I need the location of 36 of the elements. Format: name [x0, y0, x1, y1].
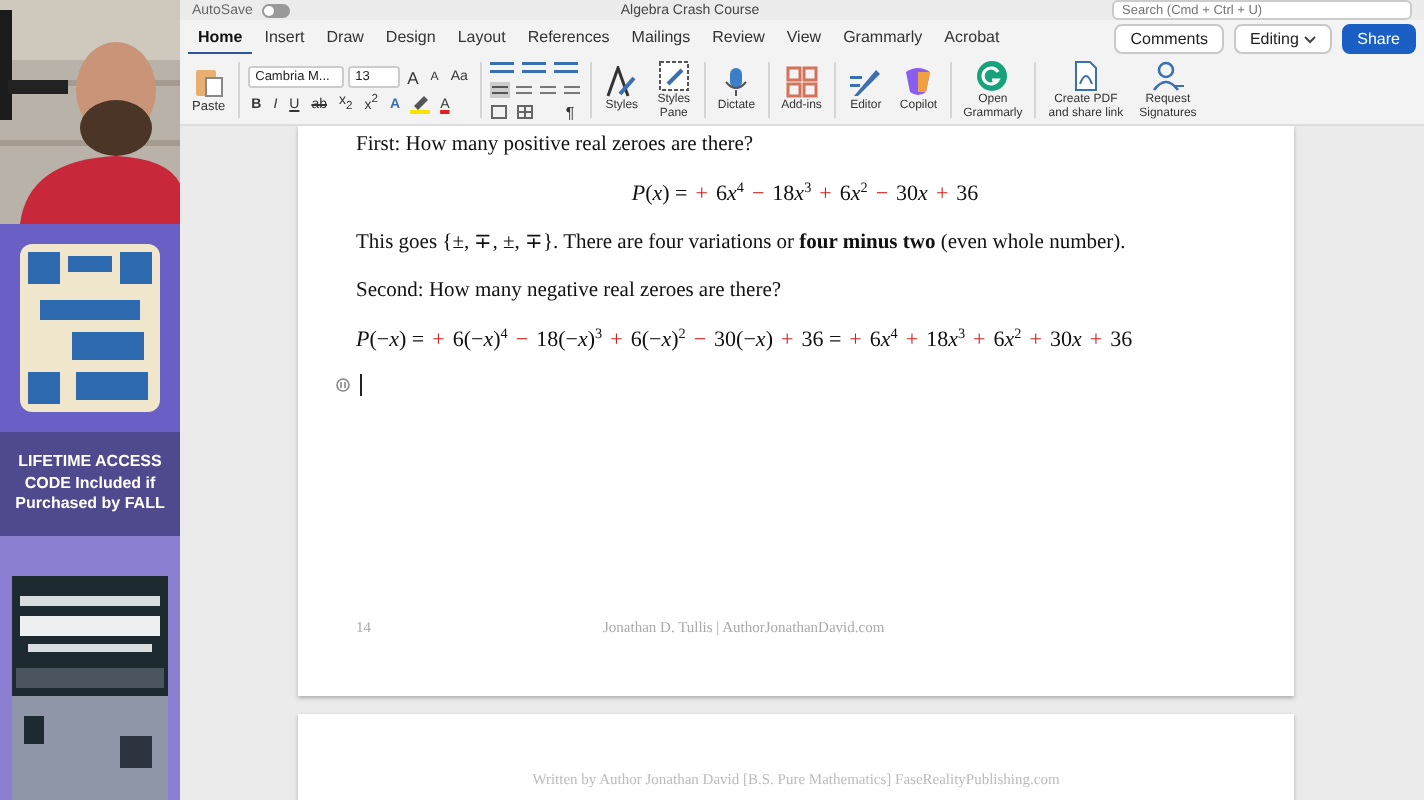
pen-icon	[847, 66, 884, 99]
editing-button[interactable]: Editing	[1233, 23, 1332, 53]
ribbon-tab[interactable]: Home	[188, 22, 253, 54]
equation: P(−x) = + 6(−x)$^{4}$ − 18(−x)$^{3}$ + 6(−x)$^{2}$ − 30(−x) + 36 = + 6x$^{4}$ + 18x$^{3}$ + 6x$^{2}$ + 30x + 36	[356, 328, 1135, 352]
ribbon-tab[interactable]: Review	[702, 22, 775, 54]
caret-icon	[1303, 35, 1316, 43]
highlighter-icon[interactable]	[408, 94, 433, 114]
text-cursor	[360, 374, 362, 396]
paragraph: This goes {±, ∓, ±, ∓}. There are four variations or four minus two (even whole number).	[356, 230, 1128, 254]
list-icon[interactable]	[489, 59, 582, 75]
ribbon-tab[interactable]: Mailings	[621, 22, 701, 54]
ribbon-tab[interactable]: Grammarly	[833, 22, 933, 54]
comments-button[interactable]: Comments	[1114, 23, 1224, 53]
ribbon-tab[interactable]: Layout	[447, 22, 516, 54]
ribbon-tab[interactable]: Design	[375, 22, 446, 54]
grid-icon	[783, 66, 820, 99]
ribbon-tab[interactable]: Draw	[316, 22, 374, 54]
paragraph-handle-icon[interactable]	[336, 378, 350, 392]
ribbon-tab[interactable]: Insert	[254, 22, 315, 54]
grammarly-icon	[974, 59, 1011, 92]
person-icon	[1149, 59, 1186, 92]
align-icon[interactable]	[489, 81, 582, 97]
clipboard-icon	[192, 66, 225, 98]
ribbon-tab[interactable]: View	[776, 22, 832, 54]
autosave-toggle[interactable]	[262, 3, 291, 17]
ribbon-tab[interactable]: References	[517, 22, 620, 54]
paragraph: First: How many positive real zeroes are there?	[356, 134, 756, 156]
paragraph: Second: How many negative real zeroes are there?	[356, 280, 784, 302]
grow-font-button[interactable]: A	[403, 67, 423, 87]
styles-icon	[603, 66, 640, 99]
promo-text: LIFETIME ACCESS CODE Included if Purchased by FALL	[13, 451, 167, 517]
share-button[interactable]: Share	[1341, 23, 1416, 53]
styles-pane-icon	[655, 59, 692, 92]
pilcrow-button[interactable]: ¶	[565, 103, 575, 121]
equation: P(x) = + 6x$^{4}$ − 18x$^{3}$ + 6x$^{2}$ − 30x + 36	[629, 182, 981, 206]
ribbon-tab[interactable]: Acrobat	[934, 22, 1010, 54]
